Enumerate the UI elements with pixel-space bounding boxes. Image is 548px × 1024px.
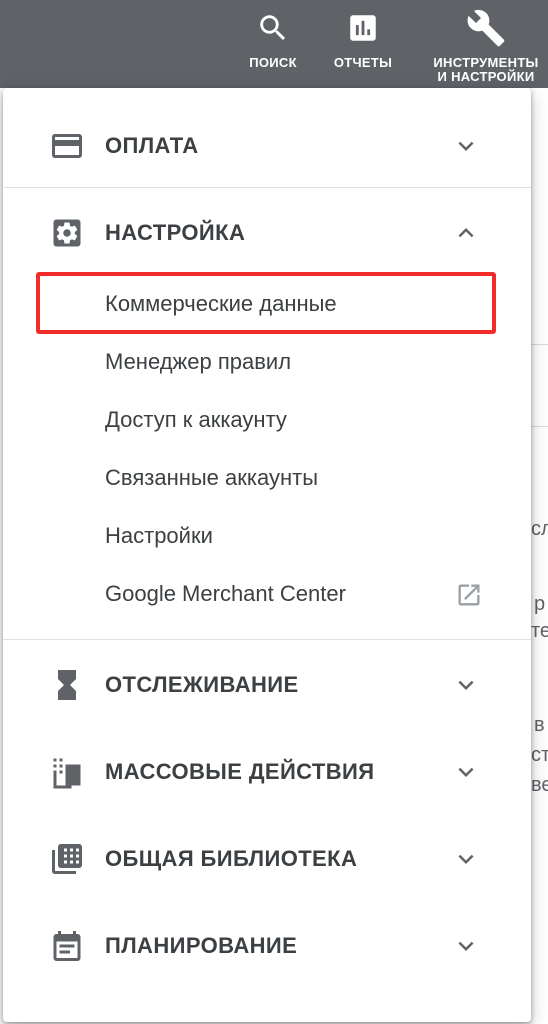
section-measurement-title: ОТСЛЕЖИВАНИЕ	[105, 672, 299, 697]
chevron-down-icon[interactable]	[451, 670, 481, 700]
menu-item-rules-manager[interactable]: Менеджер правил	[3, 335, 531, 391]
chevron-down-icon[interactable]	[451, 757, 481, 787]
search-icon	[256, 8, 290, 48]
chevron-down-icon[interactable]	[451, 931, 481, 961]
hourglass-icon	[49, 667, 85, 703]
chevron-up-icon[interactable]	[451, 218, 481, 248]
chevron-down-icon[interactable]	[451, 131, 481, 161]
bar-chart-icon	[346, 8, 380, 48]
reports-button[interactable]: ОТЧЕТЫ	[330, 0, 396, 88]
divider	[3, 639, 531, 640]
section-shared-library[interactable]: ОБЩАЯ БИБЛИОТЕКА	[3, 830, 531, 888]
credit-card-icon	[49, 128, 85, 164]
highlight-box	[36, 272, 496, 334]
menu-item-label: Настройки	[105, 523, 213, 548]
wrench-icon	[466, 8, 506, 48]
bg-text-fragment: те	[531, 620, 548, 642]
tools-label: ИНСТРУМЕНТЫ И НАСТРОЙКИ	[433, 56, 538, 84]
section-bulk-actions-title: МАССОВЫЕ ДЕЙСТВИЯ	[105, 759, 375, 784]
search-label: ПОИСК	[249, 55, 297, 70]
menu-item-preferences[interactable]: Настройки	[3, 509, 531, 565]
menu-item-account-access[interactable]: Доступ к аккаунту	[3, 393, 531, 449]
divider	[3, 187, 531, 188]
section-billing-title: ОПЛАТА	[105, 133, 199, 158]
bg-divider	[528, 426, 548, 427]
section-billing[interactable]: ОПЛАТА	[3, 117, 531, 175]
section-bulk-actions[interactable]: МАССОВЫЕ ДЕЙСТВИЯ	[3, 743, 531, 801]
top-app-bar: ПОИСК ОТЧЕТЫ ИНСТРУМЕНТЫ И НАСТРОЙКИ	[0, 0, 548, 88]
copies-icon	[49, 754, 85, 790]
tools-settings-menu: ОПЛАТА НАСТРОЙКА Коммерческие данные Мен…	[3, 88, 531, 1022]
bg-divider	[528, 344, 548, 345]
gear-icon	[49, 215, 85, 251]
reports-label: ОТЧЕТЫ	[333, 55, 393, 70]
menu-item-label: Связанные аккаунты	[105, 465, 319, 490]
bg-text-fragment: сл	[531, 518, 548, 540]
section-setup[interactable]: НАСТРОЙКА	[3, 204, 531, 262]
menu-item-linked-accounts[interactable]: Связанные аккаунты	[3, 451, 531, 507]
library-icon	[49, 841, 85, 877]
section-planning-title: ПЛАНИРОВАНИЕ	[105, 933, 298, 958]
calendar-icon	[49, 928, 85, 964]
open-in-new-icon	[455, 581, 483, 609]
menu-item-label: Доступ к аккаунту	[105, 407, 287, 432]
tools-label-line2: И НАСТРОЙКИ	[437, 69, 535, 84]
menu-item-merchant-center[interactable]: Google Merchant Center	[3, 567, 531, 623]
bg-text-fragment: р	[534, 593, 546, 615]
menu-item-label: Google Merchant Center	[105, 581, 346, 606]
chevron-down-icon[interactable]	[451, 844, 481, 874]
section-setup-title: НАСТРОЙКА	[105, 220, 246, 245]
section-shared-library-title: ОБЩАЯ БИБЛИОТЕКА	[105, 846, 358, 871]
bg-text-fragment: ст	[531, 744, 548, 766]
tools-settings-button[interactable]: ИНСТРУМЕНТЫ И НАСТРОЙКИ	[428, 0, 544, 88]
tools-label-line1: ИНСТРУМЕНТЫ	[433, 55, 539, 70]
bg-text-fragment: в	[534, 714, 545, 736]
search-button[interactable]: ПОИСК	[247, 0, 299, 88]
section-planning[interactable]: ПЛАНИРОВАНИЕ	[3, 917, 531, 975]
bg-text-fragment: ве	[531, 774, 548, 796]
section-measurement[interactable]: ОТСЛЕЖИВАНИЕ	[3, 656, 531, 714]
menu-item-label: Менеджер правил	[105, 349, 292, 374]
